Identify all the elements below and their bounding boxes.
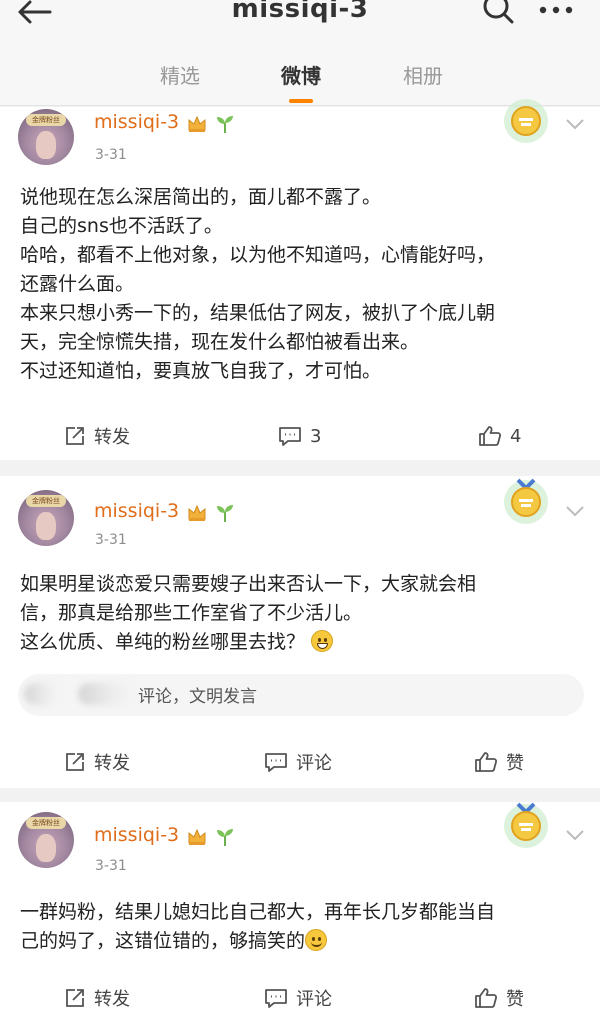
blurred-text	[78, 683, 134, 705]
like-button[interactable]: 4	[478, 416, 521, 456]
action-bar: 转发 评论 赞	[0, 742, 600, 782]
comment-input[interactable]: 评论，文明发言	[18, 674, 584, 716]
comment-button[interactable]: 评论	[264, 978, 332, 1018]
post-line: 说他现在怎么深居简出的，面儿都不露了。	[20, 186, 382, 208]
like-button[interactable]: 赞	[474, 742, 524, 782]
post-line: 如果明星谈恋爱只需要嫂子出来否认一下，大家就会相	[20, 573, 477, 595]
blurred-avatar	[24, 683, 60, 705]
repost-button[interactable]: 转发	[64, 978, 130, 1018]
chevron-down-icon[interactable]	[564, 828, 586, 842]
post-line: 不过还知道怕，要真放飞自我了，才可怕。	[20, 360, 382, 382]
like-button[interactable]: 赞	[474, 978, 524, 1018]
avatar-face	[36, 131, 56, 159]
comment-icon	[265, 753, 287, 772]
medal-icon	[504, 478, 548, 524]
post-content: 一群妈粉，结果儿媳妇比自己都大，再年长几岁都能当自 己的妈了，这错位错的，够搞笑…	[20, 898, 586, 956]
comment-count: 3	[310, 425, 322, 447]
comment-placeholder: 评论，文明发言	[138, 687, 257, 707]
comment-label: 评论	[296, 753, 332, 774]
medal-icon	[504, 99, 548, 143]
post-card: 金牌粉丝 missiqi-3 3-31 一群妈粉，结果儿媳妇比自己都大，再年长几…	[0, 802, 600, 1027]
repost-label: 转发	[94, 753, 130, 774]
post-date: 3-31	[95, 147, 127, 163]
post-line: 哈哈，都看不上他对象，以为他不知道吗，心情能好吗，	[20, 244, 496, 266]
post-line: 还露什么面。	[20, 273, 135, 295]
like-label: 赞	[506, 989, 524, 1010]
medal-icon	[504, 802, 548, 848]
sprout-icon	[217, 116, 233, 133]
thumbs-up-icon	[479, 426, 502, 446]
avatar-face	[36, 512, 56, 540]
post-line: 本来只想小秀一下的，结果低估了网友，被扒了个底儿朝	[20, 302, 496, 324]
post-line: 这么优质、单纯的粉丝哪里去找？	[20, 628, 586, 657]
divider	[0, 460, 600, 476]
comment-button[interactable]: 评论	[264, 742, 332, 782]
sprout-icon	[217, 829, 233, 846]
laughing-emoji-icon	[311, 630, 334, 652]
post-content: 说他现在怎么深居简出的，面儿都不露了。 自己的sns也不活跃了。 哈哈，都看不上…	[20, 183, 586, 386]
repost-button[interactable]: 转发	[64, 742, 130, 782]
crown-icon	[188, 828, 206, 845]
thumbs-up-icon	[475, 752, 498, 772]
post-card: 金牌粉丝 missiqi-3 3-31 如果明星谈恋爱只需要嫂子出来否认一下，大…	[0, 476, 600, 788]
post-card: 金牌粉丝 missiqi-3 3-31 说他现在怎么深居简出的，面儿都不露了。 …	[0, 99, 600, 460]
fan-badge: 金牌粉丝	[26, 495, 66, 507]
crown-icon	[188, 504, 206, 521]
post-line: 信，那真是给那些工作室省了不少活儿。	[20, 602, 363, 624]
divider	[0, 788, 600, 802]
username[interactable]: missiqi-3	[94, 111, 179, 133]
thumbs-up-icon	[475, 988, 498, 1008]
username[interactable]: missiqi-3	[94, 500, 179, 522]
tab-weibo[interactable]: 微博	[281, 60, 321, 89]
avatar-face	[36, 834, 56, 862]
repost-icon	[66, 427, 84, 445]
action-bar: 转发 3 4	[0, 416, 600, 456]
top-bar: missiqi-3	[0, 0, 600, 42]
chevron-down-icon[interactable]	[564, 504, 586, 518]
post-line: 自己的sns也不活跃了。	[20, 215, 223, 237]
repost-label: 转发	[94, 989, 130, 1010]
post-line-text: 己的妈了，这错位错的，够搞笑的	[20, 930, 306, 952]
smile-emoji-icon	[305, 929, 328, 951]
repost-icon	[66, 753, 84, 771]
more-icon[interactable]	[538, 4, 574, 16]
tab-album[interactable]: 相册	[403, 60, 443, 89]
active-tab-indicator	[289, 99, 313, 103]
sprout-icon	[217, 505, 233, 522]
comment-label: 评论	[296, 989, 332, 1010]
avatar[interactable]: 金牌粉丝	[18, 812, 74, 868]
comment-button[interactable]: 3	[278, 416, 321, 456]
avatar[interactable]: 金牌粉丝	[18, 490, 74, 546]
repost-label: 转发	[94, 427, 130, 448]
avatar[interactable]: 金牌粉丝	[18, 109, 74, 165]
comment-icon	[279, 427, 301, 446]
repost-button[interactable]: 转发	[64, 416, 130, 456]
fan-badge: 金牌粉丝	[26, 817, 66, 829]
crown-icon	[188, 115, 206, 132]
tab-featured[interactable]: 精选	[160, 60, 200, 89]
chevron-down-icon[interactable]	[564, 117, 586, 131]
profile-tabs: 精选 微博 相册	[0, 42, 600, 106]
like-count: 4	[510, 425, 522, 447]
repost-icon	[66, 989, 84, 1007]
action-bar: 转发 评论 赞	[0, 978, 600, 1018]
post-date: 3-31	[95, 858, 127, 874]
post-line: 一群妈粉，结果儿媳妇比自己都大，再年长几岁都能当自	[20, 901, 496, 923]
post-line-text: 这么优质、单纯的粉丝哪里去找？	[20, 631, 306, 653]
fan-badge: 金牌粉丝	[26, 114, 66, 126]
username[interactable]: missiqi-3	[94, 824, 179, 846]
post-date: 3-31	[95, 532, 127, 548]
post-line: 己的妈了，这错位错的，够搞笑的	[20, 927, 586, 956]
post-line: 天，完全惊慌失措，现在发什么都怕被看出来。	[20, 331, 420, 353]
search-icon[interactable]	[482, 0, 516, 24]
like-label: 赞	[506, 753, 524, 774]
comment-icon	[265, 989, 287, 1008]
post-content: 如果明星谈恋爱只需要嫂子出来否认一下，大家就会相 信，那真是给那些工作室省了不少…	[20, 570, 586, 657]
